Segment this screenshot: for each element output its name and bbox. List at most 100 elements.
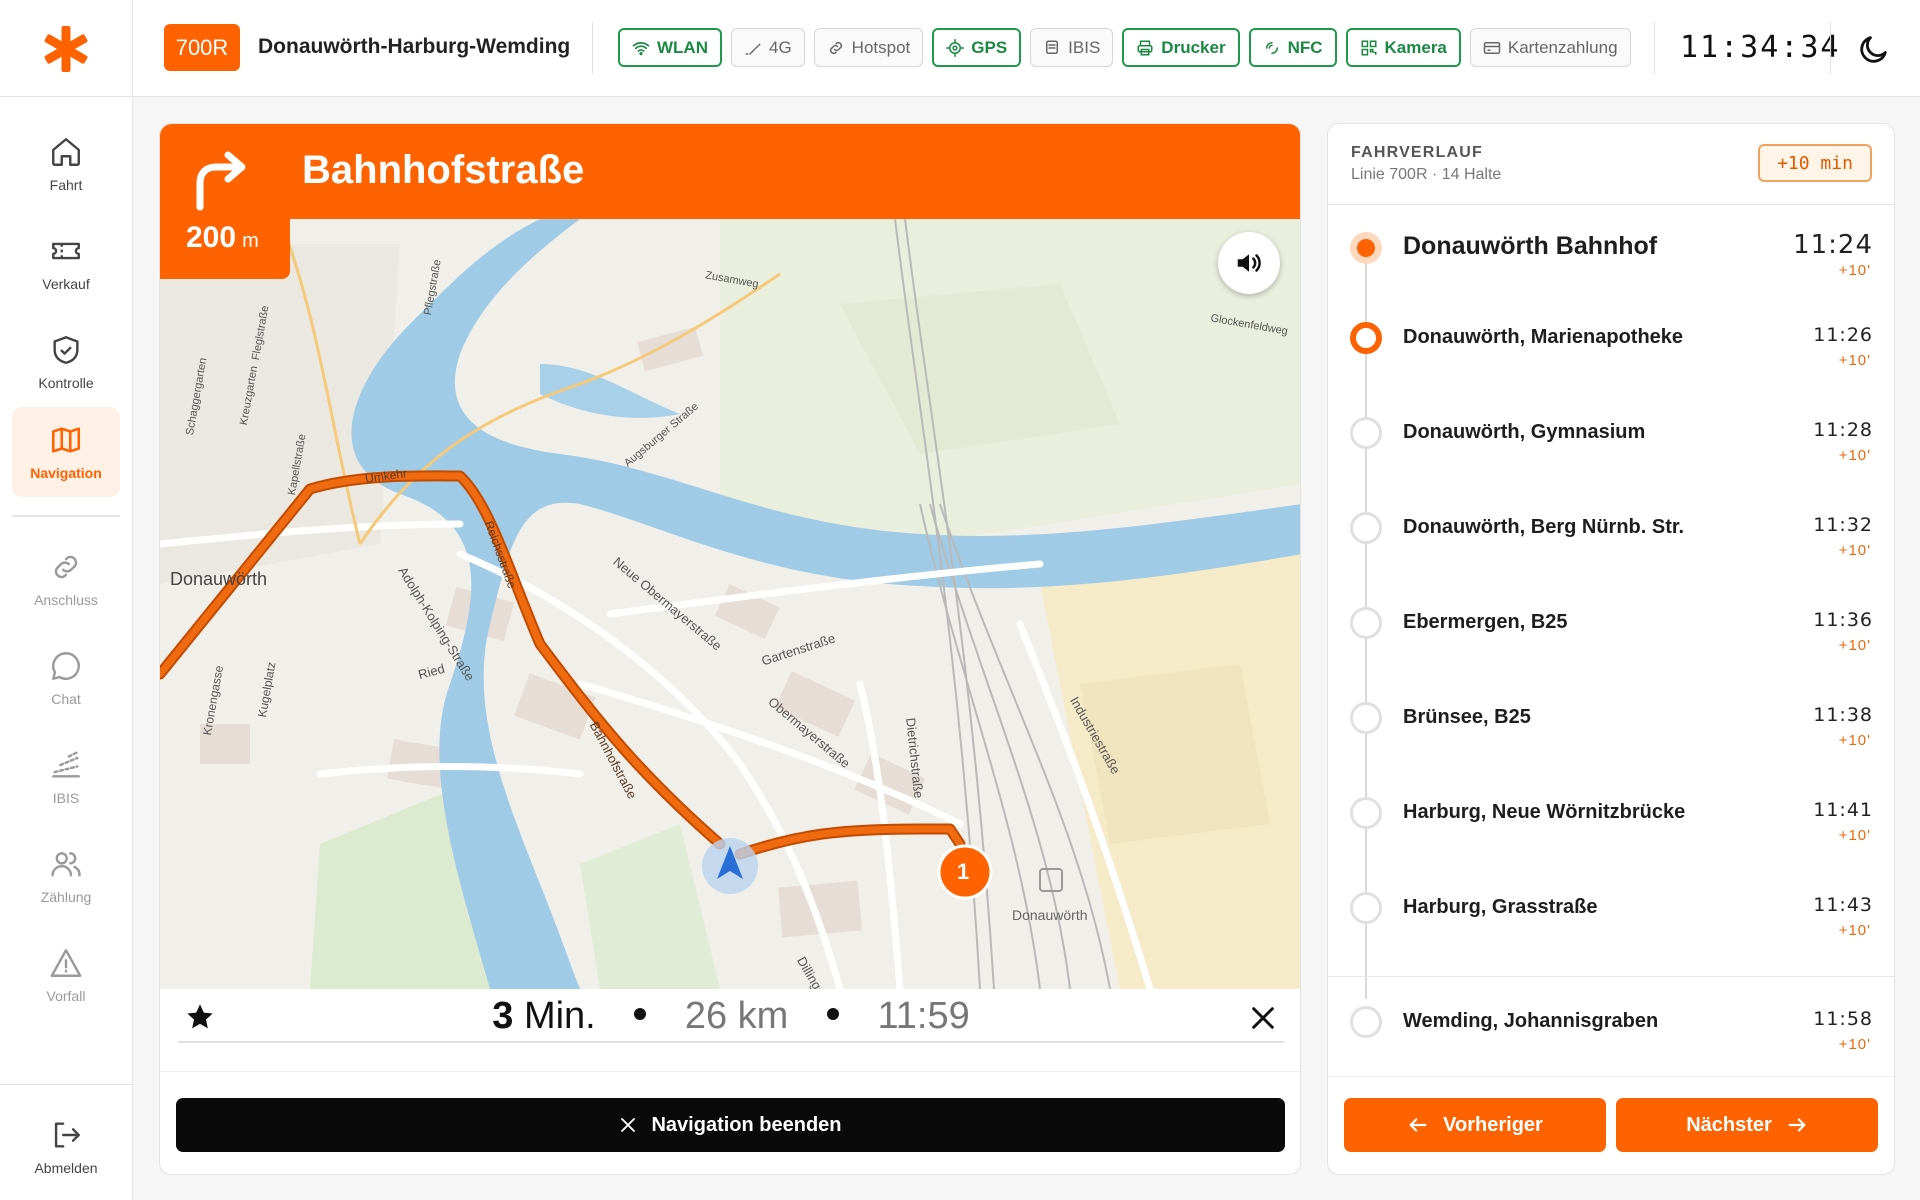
status-chip-label: IBIS [1068, 37, 1101, 57]
separator-dot [826, 1007, 839, 1020]
sidebar-item-ibis[interactable]: IBIS [12, 732, 120, 822]
next-stop-button[interactable]: Nächster [1616, 1098, 1878, 1152]
eta-minutes: 3 [492, 995, 514, 1037]
stop-name: Wemding, Johannisgraben [1403, 1010, 1659, 1032]
sidebar-item-label: Verkauf [42, 276, 90, 292]
stop-time: 11:24 [1793, 230, 1873, 260]
status-chip-hotspot[interactable]: Hotspot [813, 28, 924, 67]
stop-name: Ebermergen, B25 [1403, 611, 1568, 633]
stop-name: Donauwörth, Gymnasium [1403, 421, 1646, 443]
qr-icon [1361, 40, 1377, 55]
status-chip-drucker[interactable]: Drucker [1122, 28, 1240, 67]
link-icon [829, 41, 842, 54]
turn-distance-value: 200 [186, 221, 237, 254]
stop-time: 11:43 [1813, 894, 1873, 916]
sidebar-item-label: Anschluss [34, 592, 98, 608]
shield-check-icon [53, 336, 79, 364]
stop-item[interactable]: Donauwörth, Berg Nürnb. Str. 11:32 +10' [1328, 502, 1894, 572]
map-view[interactable]: Donauwörth Donauwörth 1 Bahnhofstraße Ga… [160, 124, 1300, 989]
stop-name: Brünsee, B25 [1403, 706, 1531, 728]
eta-minutes-unit: Min. [523, 995, 596, 1037]
app-logo [0, 0, 133, 97]
stop-name: Donauwörth, Berg Nürnb. Str. [1403, 516, 1685, 538]
close-icon[interactable] [1249, 1004, 1277, 1032]
sidebar-item-label: Kontrolle [38, 375, 94, 391]
sidebar: Fahrt Verkauf Kontrolle Navigation Ansch… [0, 97, 133, 1200]
end-navigation-button[interactable]: Navigation beenden [176, 1098, 1285, 1152]
sidebar-item-chat[interactable]: Chat [12, 633, 120, 723]
logout-button[interactable]: Abmelden [12, 1102, 120, 1192]
stop-item-terminal[interactable]: Wemding, Johannisgraben 11:58 +10' [1328, 996, 1894, 1066]
status-chip-label: NFC [1287, 37, 1323, 57]
sidebar-item-zaehlung[interactable]: Zählung [12, 831, 120, 921]
sidebar-item-verkauf[interactable]: Verkauf [12, 218, 120, 308]
display-icon [1046, 40, 1059, 54]
eta-bar: 3 Min. 26 km 11:59 [178, 991, 1284, 1043]
divider [592, 22, 593, 74]
stop-current-indicator [1350, 232, 1382, 264]
sidebar-item-kontrolle[interactable]: Kontrolle [12, 317, 120, 407]
stop-time: 11:32 [1813, 514, 1873, 536]
stop-delay: +10' [1838, 447, 1871, 464]
asterisk-logo-icon [44, 25, 88, 72]
sidebar-item-vorfall[interactable]: Vorfall [12, 930, 120, 1020]
stop-time: 11:26 [1813, 324, 1873, 346]
clock: 11:34:34 [1680, 30, 1841, 65]
stop-item[interactable]: Brünsee, B25 11:38 +10' [1328, 692, 1894, 762]
stop-item[interactable]: Harburg, Neue Wörnitzbrücke 11:41 +10' [1328, 787, 1894, 857]
status-chip-ibis[interactable]: IBIS [1030, 28, 1114, 67]
signal-icon [52, 751, 80, 778]
stop-time: 11:38 [1813, 704, 1873, 726]
status-chip-kartenzahlung[interactable]: Kartenzahlung [1469, 28, 1631, 67]
home-icon [52, 138, 80, 166]
sidebar-item-navigation[interactable]: Navigation [12, 407, 120, 497]
stop-indicator [1350, 1006, 1382, 1038]
arrow-left-icon [1409, 1118, 1427, 1132]
warning-icon [50, 949, 82, 977]
stop-item[interactable]: Harburg, Grasstraße 11:43 +10' [1328, 882, 1894, 952]
stop-delay: +10' [1838, 262, 1871, 279]
status-chip-gps[interactable]: GPS [932, 28, 1022, 67]
divider [1328, 204, 1894, 205]
stop-time: 11:41 [1813, 799, 1873, 821]
eta-remaining-distance: 26 km [684, 995, 789, 1037]
map-icon [51, 427, 81, 453]
status-chip-nfc[interactable]: NFC [1248, 28, 1337, 67]
sidebar-item-label: Zählung [40, 889, 92, 905]
stop-name: Harburg, Grasstraße [1403, 896, 1598, 918]
previous-stop-button[interactable]: Vorheriger [1344, 1098, 1606, 1152]
stop-item[interactable]: Donauwörth Bahnhof 11:24 +10' [1328, 222, 1894, 292]
divider [1654, 22, 1655, 74]
sidebar-item-anschluss[interactable]: Anschluss [12, 534, 120, 624]
sidebar-item-fahrt[interactable]: Fahrt [12, 119, 120, 209]
wifi-icon [632, 41, 650, 55]
eta-duration: 3 Min. [492, 995, 596, 1037]
status-chip-kamera[interactable]: Kamera [1345, 28, 1461, 67]
panel-subtitle: Linie 700R · 14 Halte [1351, 166, 1502, 183]
stop-item[interactable]: Ebermergen, B25 11:36 +10' [1328, 597, 1894, 667]
status-chip-4g[interactable]: 4G [730, 28, 805, 67]
divider [1328, 976, 1894, 977]
status-chips: WLAN 4G Hotspot GPS IBIS Drucker NFC Kam… [618, 28, 1631, 67]
stop-indicator [1350, 702, 1382, 734]
map-canvas [160, 124, 1300, 989]
stop-delay: +10' [1838, 352, 1871, 369]
map-label-station: Donauwörth [1012, 907, 1088, 923]
status-chip-wlan[interactable]: WLAN [618, 28, 722, 67]
status-chip-label: Kamera [1384, 37, 1447, 57]
route-name: Donauwörth-Harburg-Wemding [258, 35, 571, 58]
logout-label: Abmelden [34, 1160, 98, 1176]
logout-icon [54, 1122, 80, 1148]
sound-toggle-button[interactable] [1218, 232, 1280, 294]
theme-toggle-button[interactable] [1855, 30, 1893, 68]
end-navigation-label: Navigation beenden [651, 1113, 842, 1136]
stop-time: 11:58 [1813, 1008, 1873, 1030]
divider [160, 1071, 1300, 1072]
line-badge: 700R [164, 24, 240, 71]
stop-item[interactable]: Donauwörth, Gymnasium 11:28 +10' [1328, 407, 1894, 477]
stop-delay: +10' [1838, 637, 1871, 654]
divider [1830, 22, 1831, 74]
sidebar-item-label: Vorfall [46, 988, 86, 1004]
stop-item[interactable]: Donauwörth, Marienapotheke 11:26 +10' [1328, 312, 1894, 382]
sidebar-divider [12, 515, 120, 517]
